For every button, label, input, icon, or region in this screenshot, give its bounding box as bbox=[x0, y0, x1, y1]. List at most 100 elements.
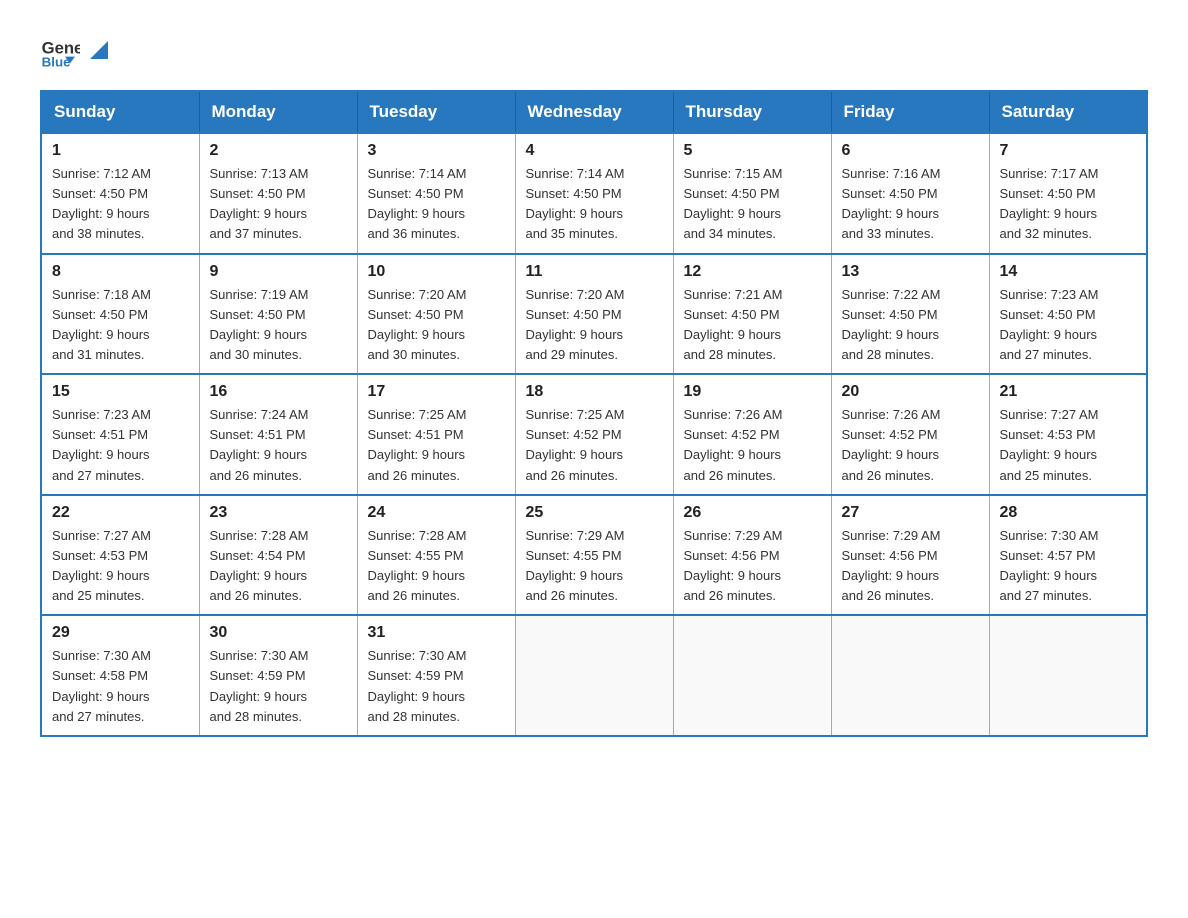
col-tuesday: Tuesday bbox=[357, 91, 515, 133]
day-number: 24 bbox=[368, 504, 505, 522]
calendar-cell: 6 Sunrise: 7:16 AMSunset: 4:50 PMDaylight… bbox=[831, 133, 989, 254]
day-number: 3 bbox=[368, 142, 505, 160]
col-wednesday: Wednesday bbox=[515, 91, 673, 133]
day-info: Sunrise: 7:12 AMSunset: 4:50 PMDaylight:… bbox=[52, 164, 189, 245]
calendar-cell: 25 Sunrise: 7:29 AMSunset: 4:55 PMDayligh… bbox=[515, 495, 673, 616]
col-friday: Friday bbox=[831, 91, 989, 133]
day-number: 18 bbox=[526, 383, 663, 401]
day-info: Sunrise: 7:30 AMSunset: 4:57 PMDaylight:… bbox=[1000, 526, 1137, 607]
calendar-table: Sunday Monday Tuesday Wednesday Thursday… bbox=[40, 90, 1148, 737]
logo-triangle-icon bbox=[90, 41, 108, 59]
day-number: 9 bbox=[210, 263, 347, 281]
day-info: Sunrise: 7:29 AMSunset: 4:55 PMDaylight:… bbox=[526, 526, 663, 607]
day-info: Sunrise: 7:20 AMSunset: 4:50 PMDaylight:… bbox=[526, 285, 663, 366]
col-monday: Monday bbox=[199, 91, 357, 133]
calendar-cell: 29Sunrise: 7:30 AMSunset: 4:58 PMDayligh… bbox=[41, 615, 199, 736]
calendar-cell: 27Sunrise: 7:29 AMSunset: 4:56 PMDayligh… bbox=[831, 495, 989, 616]
day-info: Sunrise: 7:16 AMSunset: 4:50 PMDaylight:… bbox=[842, 164, 979, 245]
week-row-3: 15 Sunrise: 7:23 AMSunset: 4:51 PMDayligh… bbox=[41, 374, 1147, 495]
day-info: Sunrise: 7:19 AMSunset: 4:50 PMDaylight:… bbox=[210, 285, 347, 366]
calendar-cell: 16 Sunrise: 7:24 AMSunset: 4:51 PMDayligh… bbox=[199, 374, 357, 495]
day-number: 28 bbox=[1000, 504, 1137, 522]
day-info: Sunrise: 7:27 AMSunset: 4:53 PMDaylight:… bbox=[52, 526, 189, 607]
calendar-cell: 9 Sunrise: 7:19 AMSunset: 4:50 PMDaylight… bbox=[199, 254, 357, 375]
day-info: Sunrise: 7:30 AMSunset: 4:59 PMDaylight:… bbox=[368, 646, 505, 727]
day-number: 14 bbox=[1000, 263, 1137, 281]
calendar-cell: 4 Sunrise: 7:14 AMSunset: 4:50 PMDaylight… bbox=[515, 133, 673, 254]
day-number: 5 bbox=[684, 142, 821, 160]
calendar-cell: 12 Sunrise: 7:21 AMSunset: 4:50 PMDayligh… bbox=[673, 254, 831, 375]
logo-icon: General Blue bbox=[40, 30, 80, 70]
day-info: Sunrise: 7:22 AMSunset: 4:50 PMDaylight:… bbox=[842, 285, 979, 366]
day-number: 2 bbox=[210, 142, 347, 160]
calendar-cell: 23 Sunrise: 7:28 AMSunset: 4:54 PMDayligh… bbox=[199, 495, 357, 616]
day-info: Sunrise: 7:18 AMSunset: 4:50 PMDaylight:… bbox=[52, 285, 189, 366]
calendar-cell: 30 Sunrise: 7:30 AMSunset: 4:59 PMDayligh… bbox=[199, 615, 357, 736]
day-info: Sunrise: 7:17 AMSunset: 4:50 PMDaylight:… bbox=[1000, 164, 1137, 245]
day-number: 7 bbox=[1000, 142, 1137, 160]
col-sunday: Sunday bbox=[41, 91, 199, 133]
calendar-cell: 18 Sunrise: 7:25 AMSunset: 4:52 PMDayligh… bbox=[515, 374, 673, 495]
day-info: Sunrise: 7:27 AMSunset: 4:53 PMDaylight:… bbox=[1000, 405, 1137, 486]
day-info: Sunrise: 7:28 AMSunset: 4:54 PMDaylight:… bbox=[210, 526, 347, 607]
day-info: Sunrise: 7:30 AMSunset: 4:59 PMDaylight:… bbox=[210, 646, 347, 727]
page-header: General Blue bbox=[40, 30, 1148, 70]
calendar-header-row: Sunday Monday Tuesday Wednesday Thursday… bbox=[41, 91, 1147, 133]
day-number: 22 bbox=[52, 504, 189, 522]
calendar-cell: 20Sunrise: 7:26 AMSunset: 4:52 PMDayligh… bbox=[831, 374, 989, 495]
day-number: 6 bbox=[842, 142, 979, 160]
calendar-cell: 14 Sunrise: 7:23 AMSunset: 4:50 PMDayligh… bbox=[989, 254, 1147, 375]
day-number: 21 bbox=[1000, 383, 1137, 401]
day-number: 30 bbox=[210, 624, 347, 642]
day-number: 8 bbox=[52, 263, 189, 281]
day-info: Sunrise: 7:14 AMSunset: 4:50 PMDaylight:… bbox=[368, 164, 505, 245]
day-number: 17 bbox=[368, 383, 505, 401]
day-info: Sunrise: 7:21 AMSunset: 4:50 PMDaylight:… bbox=[684, 285, 821, 366]
svg-text:Blue: Blue bbox=[42, 55, 71, 70]
calendar-cell: 10Sunrise: 7:20 AMSunset: 4:50 PMDayligh… bbox=[357, 254, 515, 375]
week-row-1: 1Sunrise: 7:12 AMSunset: 4:50 PMDaylight… bbox=[41, 133, 1147, 254]
logo-blue-text bbox=[86, 41, 108, 59]
calendar-cell bbox=[673, 615, 831, 736]
logo: General Blue bbox=[40, 30, 108, 70]
week-row-5: 29Sunrise: 7:30 AMSunset: 4:58 PMDayligh… bbox=[41, 615, 1147, 736]
day-number: 29 bbox=[52, 624, 189, 642]
day-number: 16 bbox=[210, 383, 347, 401]
calendar-cell: 26Sunrise: 7:29 AMSunset: 4:56 PMDayligh… bbox=[673, 495, 831, 616]
day-number: 19 bbox=[684, 383, 821, 401]
day-number: 27 bbox=[842, 504, 979, 522]
calendar-cell: 3 Sunrise: 7:14 AMSunset: 4:50 PMDaylight… bbox=[357, 133, 515, 254]
calendar-cell: 7 Sunrise: 7:17 AMSunset: 4:50 PMDaylight… bbox=[989, 133, 1147, 254]
day-number: 25 bbox=[526, 504, 663, 522]
col-thursday: Thursday bbox=[673, 91, 831, 133]
day-info: Sunrise: 7:23 AMSunset: 4:51 PMDaylight:… bbox=[52, 405, 189, 486]
day-info: Sunrise: 7:13 AMSunset: 4:50 PMDaylight:… bbox=[210, 164, 347, 245]
calendar-cell: 2 Sunrise: 7:13 AMSunset: 4:50 PMDaylight… bbox=[199, 133, 357, 254]
calendar-cell: 24 Sunrise: 7:28 AMSunset: 4:55 PMDayligh… bbox=[357, 495, 515, 616]
day-info: Sunrise: 7:24 AMSunset: 4:51 PMDaylight:… bbox=[210, 405, 347, 486]
day-info: Sunrise: 7:28 AMSunset: 4:55 PMDaylight:… bbox=[368, 526, 505, 607]
day-info: Sunrise: 7:15 AMSunset: 4:50 PMDaylight:… bbox=[684, 164, 821, 245]
day-number: 15 bbox=[52, 383, 189, 401]
day-number: 12 bbox=[684, 263, 821, 281]
calendar-cell bbox=[989, 615, 1147, 736]
day-info: Sunrise: 7:25 AMSunset: 4:52 PMDaylight:… bbox=[526, 405, 663, 486]
week-row-2: 8 Sunrise: 7:18 AMSunset: 4:50 PMDaylight… bbox=[41, 254, 1147, 375]
day-info: Sunrise: 7:23 AMSunset: 4:50 PMDaylight:… bbox=[1000, 285, 1137, 366]
calendar-cell: 17 Sunrise: 7:25 AMSunset: 4:51 PMDayligh… bbox=[357, 374, 515, 495]
day-number: 31 bbox=[368, 624, 505, 642]
calendar-cell: 15 Sunrise: 7:23 AMSunset: 4:51 PMDayligh… bbox=[41, 374, 199, 495]
day-number: 23 bbox=[210, 504, 347, 522]
calendar-cell: 22 Sunrise: 7:27 AMSunset: 4:53 PMDayligh… bbox=[41, 495, 199, 616]
day-number: 11 bbox=[526, 263, 663, 281]
calendar-cell: 1Sunrise: 7:12 AMSunset: 4:50 PMDaylight… bbox=[41, 133, 199, 254]
day-number: 10 bbox=[368, 263, 505, 281]
calendar-cell: 13 Sunrise: 7:22 AMSunset: 4:50 PMDayligh… bbox=[831, 254, 989, 375]
day-number: 13 bbox=[842, 263, 979, 281]
day-info: Sunrise: 7:14 AMSunset: 4:50 PMDaylight:… bbox=[526, 164, 663, 245]
calendar-cell: 5 Sunrise: 7:15 AMSunset: 4:50 PMDaylight… bbox=[673, 133, 831, 254]
day-info: Sunrise: 7:25 AMSunset: 4:51 PMDaylight:… bbox=[368, 405, 505, 486]
calendar-cell: 8 Sunrise: 7:18 AMSunset: 4:50 PMDaylight… bbox=[41, 254, 199, 375]
calendar-cell bbox=[515, 615, 673, 736]
day-number: 4 bbox=[526, 142, 663, 160]
